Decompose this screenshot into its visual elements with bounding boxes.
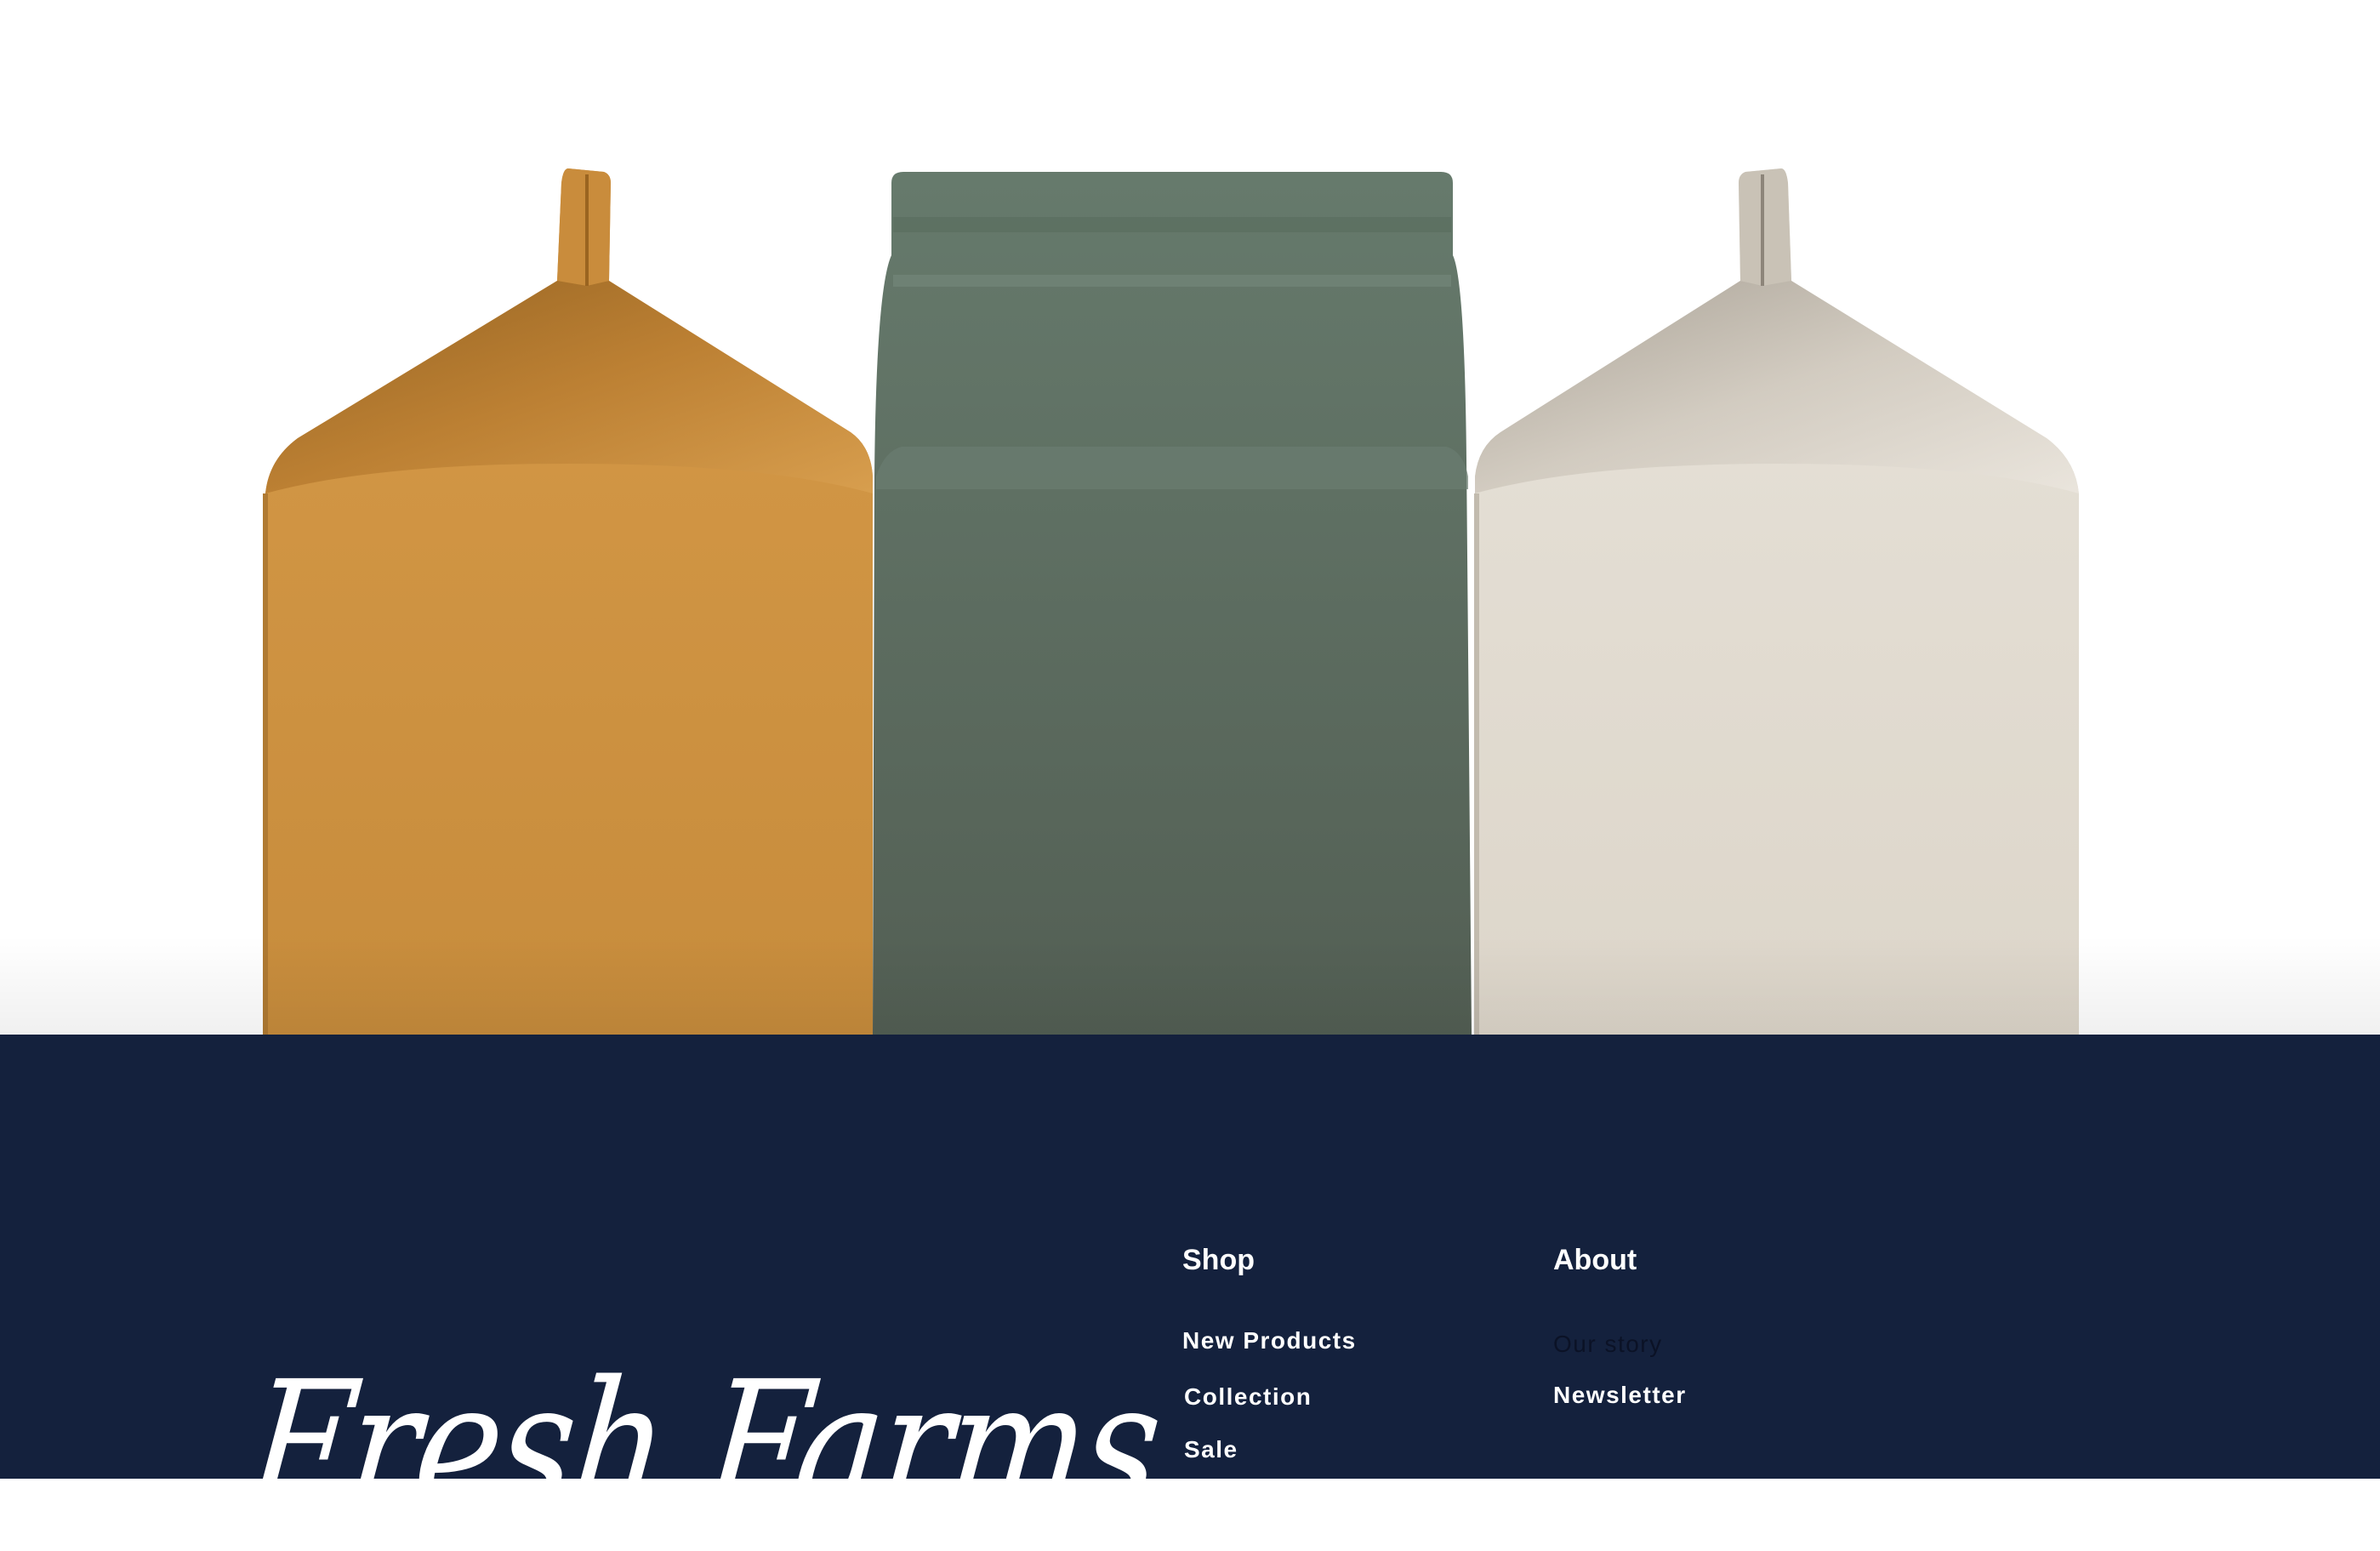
green-carton	[873, 172, 1472, 1035]
about-column-title: About	[1553, 1244, 1637, 1276]
about-link-newsletter[interactable]: Newsletter	[1553, 1382, 1687, 1409]
hero-banner	[0, 0, 2380, 1035]
milk-carton-trio-image	[263, 168, 2079, 1035]
brand-logo[interactable]: Fresh Farms	[239, 1343, 1168, 1551]
cream-carton	[1474, 168, 2079, 1035]
shop-link-collection[interactable]: Collection	[1184, 1383, 1312, 1411]
site-footer: Shop New Products Collection Sale About …	[0, 1035, 2380, 1551]
about-link-our-story[interactable]: Our story	[1553, 1331, 1663, 1358]
shop-link-new-products[interactable]: New Products	[1182, 1327, 1357, 1354]
hero-shadow	[0, 936, 2380, 1035]
orange-carton	[263, 168, 873, 1035]
shop-link-sale[interactable]: Sale	[1184, 1436, 1238, 1463]
shop-column-title: Shop	[1182, 1244, 1255, 1276]
